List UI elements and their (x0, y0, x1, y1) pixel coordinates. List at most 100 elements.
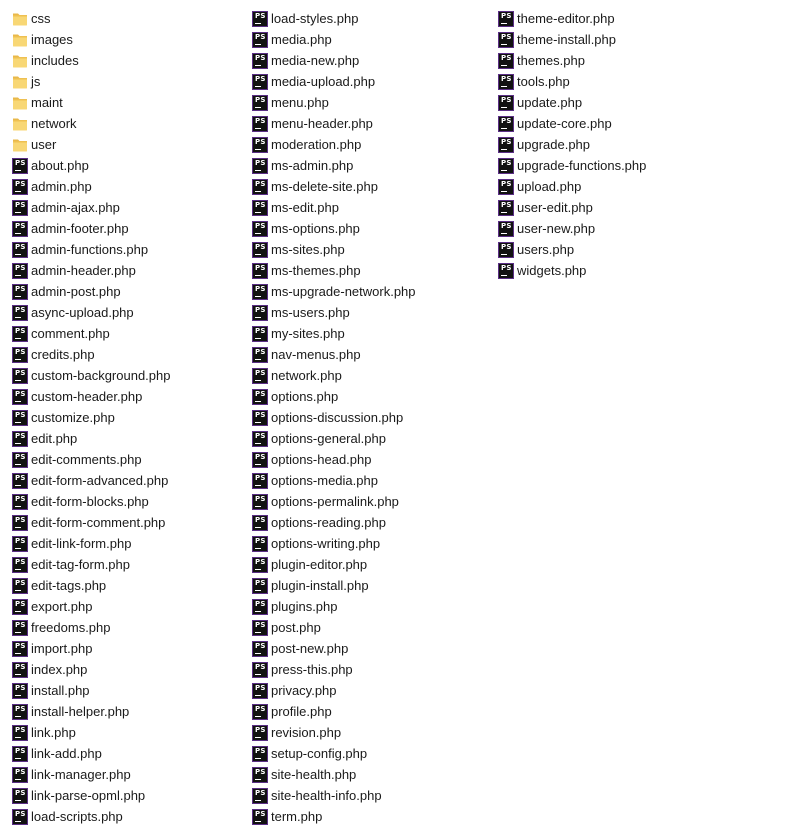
file-item-admin-footer-php[interactable]: PS admin-footer.php (12, 218, 252, 239)
file-item-async-upload-php[interactable]: PS async-upload.php (12, 302, 252, 323)
phpstorm-file-icon: PS (252, 640, 268, 657)
file-item-import-php[interactable]: PS import.php (12, 638, 252, 659)
file-item-menu-header-php[interactable]: PS menu-header.php (252, 113, 492, 134)
folder-item-js[interactable]: js (12, 71, 252, 92)
file-item-network-php[interactable]: PS network.php (252, 365, 492, 386)
file-item-post-new-php[interactable]: PS post-new.php (252, 638, 492, 659)
file-item-edit-tags-php[interactable]: PS edit-tags.php (12, 575, 252, 596)
file-item-press-this-php[interactable]: PS press-this.php (252, 659, 492, 680)
file-item-update-core-php[interactable]: PS update-core.php (498, 113, 738, 134)
file-item-ms-themes-php[interactable]: PS ms-themes.php (252, 260, 492, 281)
file-item-options-general-php[interactable]: PS options-general.php (252, 428, 492, 449)
file-item-upgrade-functions-php[interactable]: PS upgrade-functions.php (498, 155, 738, 176)
file-item-privacy-php[interactable]: PS privacy.php (252, 680, 492, 701)
file-item-edit-form-blocks-php[interactable]: PS edit-form-blocks.php (12, 491, 252, 512)
folder-item-network[interactable]: network (12, 113, 252, 134)
file-item-admin-ajax-php[interactable]: PS admin-ajax.php (12, 197, 252, 218)
file-item-install-php[interactable]: PS install.php (12, 680, 252, 701)
file-item-user-edit-php[interactable]: PS user-edit.php (498, 197, 738, 218)
file-item-post-php[interactable]: PS post.php (252, 617, 492, 638)
file-item-media-php[interactable]: PS media.php (252, 29, 492, 50)
file-item-ms-upgrade-network-php[interactable]: PS ms-upgrade-network.php (252, 281, 492, 302)
file-item-setup-config-php[interactable]: PS setup-config.php (252, 743, 492, 764)
file-item-plugins-php[interactable]: PS plugins.php (252, 596, 492, 617)
file-item-credits-php[interactable]: PS credits.php (12, 344, 252, 365)
file-item-widgets-php[interactable]: PS widgets.php (498, 260, 738, 281)
file-item-admin-post-php[interactable]: PS admin-post.php (12, 281, 252, 302)
file-item-admin-header-php[interactable]: PS admin-header.php (12, 260, 252, 281)
file-item-options-writing-php[interactable]: PS options-writing.php (252, 533, 492, 554)
file-item-edit-form-comment-php[interactable]: PS edit-form-comment.php (12, 512, 252, 533)
file-item-term-php[interactable]: PS term.php (252, 806, 492, 827)
file-item-link-parse-opml-php[interactable]: PS link-parse-opml.php (12, 785, 252, 806)
file-item-options-php[interactable]: PS options.php (252, 386, 492, 407)
phpstorm-file-icon: PS (498, 136, 514, 153)
file-item-media-new-php[interactable]: PS media-new.php (252, 50, 492, 71)
folder-item-user[interactable]: user (12, 134, 252, 155)
folder-item-images[interactable]: images (12, 29, 252, 50)
file-name: ms-admin.php (271, 157, 354, 173)
folder-item-css[interactable]: css (12, 8, 252, 29)
file-item-moderation-php[interactable]: PS moderation.php (252, 134, 492, 155)
file-item-themes-php[interactable]: PS themes.php (498, 50, 738, 71)
file-item-index-php[interactable]: PS index.php (12, 659, 252, 680)
file-item-custom-header-php[interactable]: PS custom-header.php (12, 386, 252, 407)
file-item-ms-edit-php[interactable]: PS ms-edit.php (252, 197, 492, 218)
folder-item-maint[interactable]: maint (12, 92, 252, 113)
file-item-update-php[interactable]: PS update.php (498, 92, 738, 113)
file-item-plugin-editor-php[interactable]: PS plugin-editor.php (252, 554, 492, 575)
file-item-theme-install-php[interactable]: PS theme-install.php (498, 29, 738, 50)
file-item-options-permalink-php[interactable]: PS options-permalink.php (252, 491, 492, 512)
file-item-options-head-php[interactable]: PS options-head.php (252, 449, 492, 470)
file-item-revision-php[interactable]: PS revision.php (252, 722, 492, 743)
file-item-admin-php[interactable]: PS admin.php (12, 176, 252, 197)
file-item-comment-php[interactable]: PS comment.php (12, 323, 252, 344)
file-item-link-add-php[interactable]: PS link-add.php (12, 743, 252, 764)
folder-item-includes[interactable]: includes (12, 50, 252, 71)
file-item-upgrade-php[interactable]: PS upgrade.php (498, 134, 738, 155)
file-name: upload.php (517, 178, 582, 194)
file-item-menu-php[interactable]: PS menu.php (252, 92, 492, 113)
file-item-my-sites-php[interactable]: PS my-sites.php (252, 323, 492, 344)
file-item-users-php[interactable]: PS users.php (498, 239, 738, 260)
phpstorm-file-icon: PS (252, 535, 268, 552)
file-item-about-php[interactable]: PS about.php (12, 155, 252, 176)
file-item-nav-menus-php[interactable]: PS nav-menus.php (252, 344, 492, 365)
file-item-upload-php[interactable]: PS upload.php (498, 176, 738, 197)
file-item-edit-php[interactable]: PS edit.php (12, 428, 252, 449)
file-item-site-health-php[interactable]: PS site-health.php (252, 764, 492, 785)
file-item-options-media-php[interactable]: PS options-media.php (252, 470, 492, 491)
file-item-options-reading-php[interactable]: PS options-reading.php (252, 512, 492, 533)
phpstorm-file-icon: PS (252, 451, 268, 468)
file-item-ms-users-php[interactable]: PS ms-users.php (252, 302, 492, 323)
file-item-ms-delete-site-php[interactable]: PS ms-delete-site.php (252, 176, 492, 197)
phpstorm-file-icon: PS (252, 619, 268, 636)
file-item-ms-options-php[interactable]: PS ms-options.php (252, 218, 492, 239)
file-item-load-scripts-php[interactable]: PS load-scripts.php (12, 806, 252, 827)
file-item-profile-php[interactable]: PS profile.php (252, 701, 492, 722)
file-item-load-styles-php[interactable]: PS load-styles.php (252, 8, 492, 29)
file-item-edit-comments-php[interactable]: PS edit-comments.php (12, 449, 252, 470)
file-item-edit-form-advanced-php[interactable]: PS edit-form-advanced.php (12, 470, 252, 491)
file-item-edit-tag-form-php[interactable]: PS edit-tag-form.php (12, 554, 252, 575)
file-item-customize-php[interactable]: PS customize.php (12, 407, 252, 428)
file-name: edit-link-form.php (31, 535, 132, 551)
file-item-tools-php[interactable]: PS tools.php (498, 71, 738, 92)
file-item-media-upload-php[interactable]: PS media-upload.php (252, 71, 492, 92)
file-name: term.php (271, 808, 323, 824)
file-item-user-new-php[interactable]: PS user-new.php (498, 218, 738, 239)
file-item-site-health-info-php[interactable]: PS site-health-info.php (252, 785, 492, 806)
file-item-export-php[interactable]: PS export.php (12, 596, 252, 617)
file-item-custom-background-php[interactable]: PS custom-background.php (12, 365, 252, 386)
file-item-admin-functions-php[interactable]: PS admin-functions.php (12, 239, 252, 260)
file-item-freedoms-php[interactable]: PS freedoms.php (12, 617, 252, 638)
file-item-ms-admin-php[interactable]: PS ms-admin.php (252, 155, 492, 176)
file-item-ms-sites-php[interactable]: PS ms-sites.php (252, 239, 492, 260)
file-item-options-discussion-php[interactable]: PS options-discussion.php (252, 407, 492, 428)
file-item-link-php[interactable]: PS link.php (12, 722, 252, 743)
file-item-plugin-install-php[interactable]: PS plugin-install.php (252, 575, 492, 596)
file-item-install-helper-php[interactable]: PS install-helper.php (12, 701, 252, 722)
file-item-theme-editor-php[interactable]: PS theme-editor.php (498, 8, 738, 29)
file-item-edit-link-form-php[interactable]: PS edit-link-form.php (12, 533, 252, 554)
file-item-link-manager-php[interactable]: PS link-manager.php (12, 764, 252, 785)
